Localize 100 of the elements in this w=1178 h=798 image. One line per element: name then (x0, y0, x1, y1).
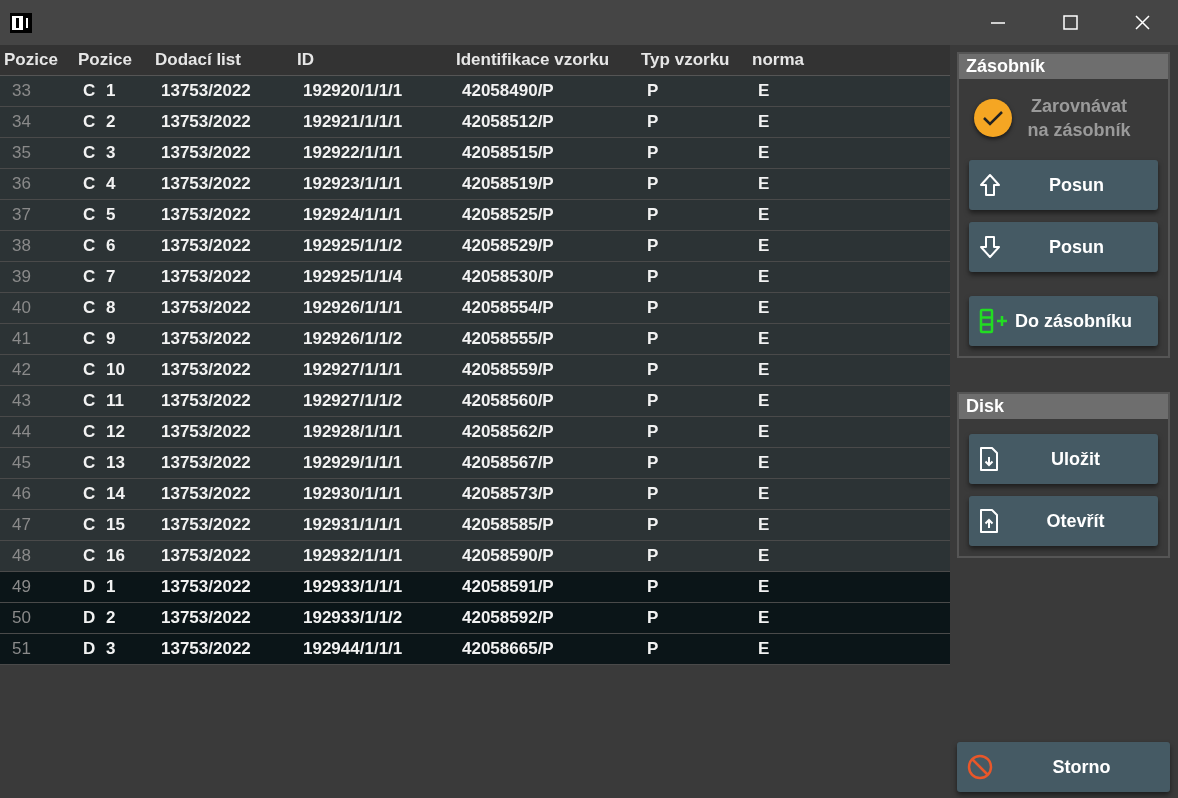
panel-button[interactable]: Uložit (969, 434, 1158, 484)
table-cell-text: 42058515/P (461, 142, 555, 165)
table-cell-text: 13753/2022 (160, 297, 252, 320)
column-header[interactable]: Pozice (0, 47, 74, 73)
panel-button[interactable]: Posun (969, 222, 1158, 272)
table-cell-text: D 3 (82, 638, 117, 661)
table-row[interactable]: 41 C 9 13753/2022 192926/1/1/2 42058555/P P E (0, 324, 950, 355)
table-cell-text: 192927/1/1/1 (302, 359, 404, 382)
arrow-up-icon (979, 173, 1001, 197)
table-cell-text: 192933/1/1/2 (302, 607, 404, 630)
table-row[interactable]: 35 C 3 13753/2022 192922/1/1/1 42058515/P P E (0, 138, 950, 169)
checkbox-label[interactable]: Zarovnávat na zásobník (1020, 94, 1138, 142)
table-cell-text: 13753/2022 (160, 390, 252, 413)
table-cell-text: 13753/2022 (160, 173, 252, 196)
table-row[interactable]: 45 C 13 13753/2022 192929/1/1/1 42058567/P P E (0, 448, 950, 479)
table-cell-text: C 1 (82, 80, 117, 103)
table-row[interactable]: 37 C 5 13753/2022 192924/1/1/1 42058525/P P E (0, 200, 950, 231)
table-cell-text: 47 (11, 514, 32, 537)
table-cell-text: P (646, 607, 660, 630)
table-cell-text: 13753/2022 (160, 421, 252, 444)
table-cell-text: E (757, 297, 771, 320)
table-cell-text: 42058592/P (461, 607, 555, 630)
table-row[interactable]: 50 D 2 13753/2022 192933/1/1/2 42058592/P P E (0, 603, 950, 634)
table-cell-text: 13753/2022 (160, 452, 252, 475)
table-cell-text: P (646, 204, 660, 227)
table-row[interactable]: 47 C 15 13753/2022 192931/1/1/1 42058585/P P E (0, 510, 950, 541)
table-cell-text: 42058512/P (461, 111, 555, 134)
table-row[interactable]: 42 C 10 13753/2022 192927/1/1/1 42058559/P P E (0, 355, 950, 386)
table-cell-text: 13753/2022 (160, 266, 252, 289)
table-cell-text: E (757, 142, 771, 165)
table-cell-text: P (646, 235, 660, 258)
table-cell-text: 42058560/P (461, 390, 555, 413)
table-row[interactable]: 49 D 1 13753/2022 192933/1/1/1 42058591/P P E (0, 572, 950, 603)
cancel-button[interactable]: Storno (957, 742, 1170, 792)
table-cell-text: 42058585/P (461, 514, 555, 537)
table-row[interactable]: 38 C 6 13753/2022 192925/1/1/2 42058529/P P E (0, 231, 950, 262)
close-icon (1134, 15, 1150, 30)
table-cell-text: E (757, 390, 771, 413)
table-row[interactable]: 40 C 8 13753/2022 192926/1/1/1 42058554/P P E (0, 293, 950, 324)
column-header[interactable]: ID (293, 47, 452, 73)
table-row[interactable]: 36 C 4 13753/2022 192923/1/1/1 42058519/P P E (0, 169, 950, 200)
table-cell-text: E (757, 514, 771, 537)
panel-button[interactable]: Do zásobníku (969, 296, 1158, 346)
table-row[interactable]: 48 C 16 13753/2022 192932/1/1/1 42058590/P P E (0, 541, 950, 572)
panel-button[interactable]: Otevřít (969, 496, 1158, 546)
table-row[interactable]: 34 C 2 13753/2022 192921/1/1/1 42058512/P P E (0, 107, 950, 138)
table-row[interactable]: 51 D 3 13753/2022 192944/1/1/1 42058665/P P E (0, 634, 950, 665)
table-row[interactable]: 33 C 1 13753/2022 192920/1/1/1 42058490/P P E (0, 76, 950, 107)
table-cell-text: P (646, 390, 660, 413)
table-cell-text: 13753/2022 (160, 204, 252, 227)
table-cell-text: P (646, 111, 660, 134)
table-row[interactable]: 43 C 11 13753/2022 192927/1/1/2 42058560/P P E (0, 386, 950, 417)
table-cell-text: 192933/1/1/1 (302, 576, 404, 599)
table-row[interactable]: 39 C 7 13753/2022 192925/1/1/4 42058530/P P E (0, 262, 950, 293)
table-cell-text: E (757, 111, 771, 134)
table-cell-text: C 9 (82, 328, 117, 351)
table-cell-text: 42058530/P (461, 266, 555, 289)
table-cell-text: 42058554/P (461, 297, 555, 320)
table-cell-text: C 11 (82, 390, 125, 413)
column-header[interactable]: Pozice (74, 47, 151, 73)
table-cell-text: C 4 (82, 173, 117, 196)
checkbox[interactable] (974, 99, 1012, 137)
table-cell-text: 13753/2022 (160, 359, 252, 382)
table-cell-text: 42058590/P (461, 545, 555, 568)
table-cell-text: 13753/2022 (160, 235, 252, 258)
table-cell-text: 42058567/P (461, 452, 555, 475)
panel-title: Disk (959, 394, 1168, 419)
table-cell-text: P (646, 483, 660, 506)
minimize-icon (991, 21, 1005, 24)
table-cell-text: 192931/1/1/1 (302, 514, 404, 537)
table-cell-text: C 7 (82, 266, 117, 289)
table-cell-text: P (646, 142, 660, 165)
table-cell-text: E (757, 173, 771, 196)
panel-button[interactable]: Posun (969, 160, 1158, 210)
table-cell-text: 50 (11, 607, 32, 630)
table-cell-text: 192929/1/1/1 (302, 452, 404, 475)
table-cell-text: C 16 (82, 545, 126, 568)
column-header[interactable]: norma (748, 47, 950, 73)
column-header[interactable]: Typ vzorku (637, 47, 748, 73)
table-cell-text: 42 (11, 359, 32, 382)
table-cell-text: 36 (11, 173, 32, 196)
table-cell-text: E (757, 545, 771, 568)
column-header[interactable]: Dodací list (151, 47, 293, 73)
table-cell-text: 192926/1/1/2 (302, 328, 404, 351)
add-rows-icon (979, 308, 1009, 334)
column-header[interactable]: Identifikace vzorku (452, 47, 637, 73)
table-cell-text: 42058665/P (461, 638, 555, 661)
table-cell-text: 46 (11, 483, 32, 506)
table-cell-text: 13753/2022 (160, 545, 252, 568)
table-cell-text: 192932/1/1/1 (302, 545, 404, 568)
table-cell-text: 42058562/P (461, 421, 555, 444)
table-cell-text: 42058525/P (461, 204, 555, 227)
table-row[interactable]: 46 C 14 13753/2022 192930/1/1/1 42058573/P P E (0, 479, 950, 510)
arrow-down-icon (979, 235, 1001, 259)
table-cell-text: 43 (11, 390, 32, 413)
table-cell-text: 13753/2022 (160, 483, 252, 506)
table-cell-text: C 14 (82, 483, 126, 506)
table-row[interactable]: 44 C 12 13753/2022 192928/1/1/1 42058562/P P E (0, 417, 950, 448)
table-cell-text: C 6 (82, 235, 117, 258)
table-cell-text: 192925/1/1/4 (302, 266, 404, 289)
